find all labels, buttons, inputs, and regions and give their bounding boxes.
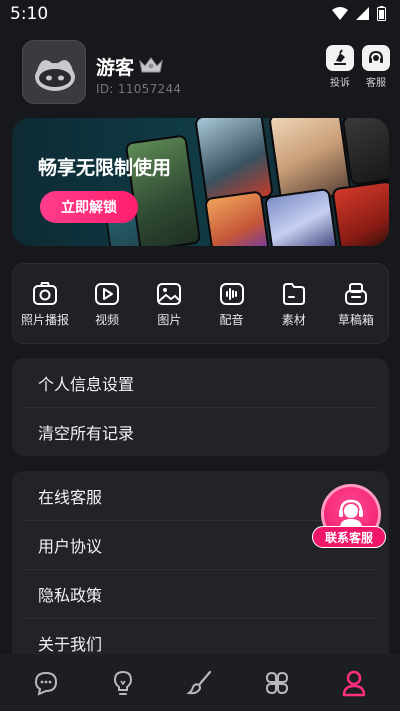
menu-item-personal-info[interactable]: 个人信息设置 xyxy=(12,358,389,407)
wifi-icon xyxy=(332,7,348,20)
apps-icon xyxy=(265,671,288,694)
menu-item-privacy-policy[interactable]: 隐私政策 xyxy=(12,569,389,618)
floating-support-button[interactable]: 联系客服 xyxy=(312,484,391,550)
bulb-icon xyxy=(114,670,133,695)
image-icon xyxy=(157,283,182,305)
tool-materials[interactable]: 素材 xyxy=(264,264,324,343)
service-button[interactable]: 客服 xyxy=(361,45,391,89)
drafts-icon xyxy=(344,283,367,305)
tool-label: 视频 xyxy=(95,313,120,327)
status-time: 5:10 xyxy=(10,4,49,24)
tool-label: 配音 xyxy=(219,313,244,327)
battery-icon xyxy=(377,6,386,21)
support-label: 联系客服 xyxy=(312,526,386,548)
menu-item-clear-records[interactable]: 清空所有记录 xyxy=(12,407,389,456)
username: 游客 xyxy=(96,57,135,79)
video-icon xyxy=(95,283,120,305)
complaint-button[interactable]: 投诉 xyxy=(325,45,355,89)
tool-label: 草稿箱 xyxy=(337,313,374,327)
chat-icon xyxy=(35,671,58,696)
banner-artwork xyxy=(124,134,202,246)
user-id: ID: 11057244 xyxy=(96,82,182,96)
banner-title: 畅享无限制使用 xyxy=(38,157,172,179)
tools-grid: 照片播报 视频 图片 配音 素材 草稿箱 xyxy=(12,263,389,344)
banner-artwork xyxy=(263,187,339,246)
tool-label: 素材 xyxy=(281,313,306,327)
complaint-label: 投诉 xyxy=(330,78,350,89)
nav-apps[interactable] xyxy=(252,658,302,708)
brush-icon xyxy=(186,670,212,694)
audio-icon xyxy=(219,283,244,305)
tool-image[interactable]: 图片 xyxy=(139,264,199,343)
tool-drafts[interactable]: 草稿箱 xyxy=(326,264,386,343)
tool-label: 图片 xyxy=(157,313,182,327)
gavel-icon xyxy=(334,49,346,65)
tool-video[interactable]: 视频 xyxy=(77,264,137,343)
nav-create[interactable] xyxy=(175,658,225,708)
user-icon xyxy=(342,670,365,696)
headset-icon xyxy=(369,50,383,63)
status-bar: 5:10 xyxy=(0,0,400,30)
crown-icon xyxy=(139,57,163,73)
nav-ideas[interactable] xyxy=(98,658,148,708)
folder-icon xyxy=(282,283,305,305)
camera-icon xyxy=(33,282,57,305)
settings-card: 个人信息设置 清空所有记录 xyxy=(12,358,389,456)
nav-profile[interactable] xyxy=(329,658,379,708)
tool-label: 照片播报 xyxy=(20,313,69,327)
tool-dubbing[interactable]: 配音 xyxy=(202,264,262,343)
robot-icon xyxy=(35,60,75,91)
unlock-button[interactable]: 立即解锁 xyxy=(40,191,138,223)
avatar[interactable] xyxy=(22,40,86,104)
promo-banner[interactable]: 畅享无限制使用 立即解锁 xyxy=(12,118,389,246)
bottom-nav xyxy=(0,654,400,711)
banner-artwork xyxy=(203,190,271,246)
signal-icon xyxy=(356,7,369,20)
tool-photo-broadcast[interactable]: 照片播报 xyxy=(15,264,75,343)
status-icons xyxy=(332,6,386,21)
banner-artwork xyxy=(331,180,389,246)
service-label: 客服 xyxy=(366,78,386,89)
nav-chat[interactable] xyxy=(21,658,71,708)
